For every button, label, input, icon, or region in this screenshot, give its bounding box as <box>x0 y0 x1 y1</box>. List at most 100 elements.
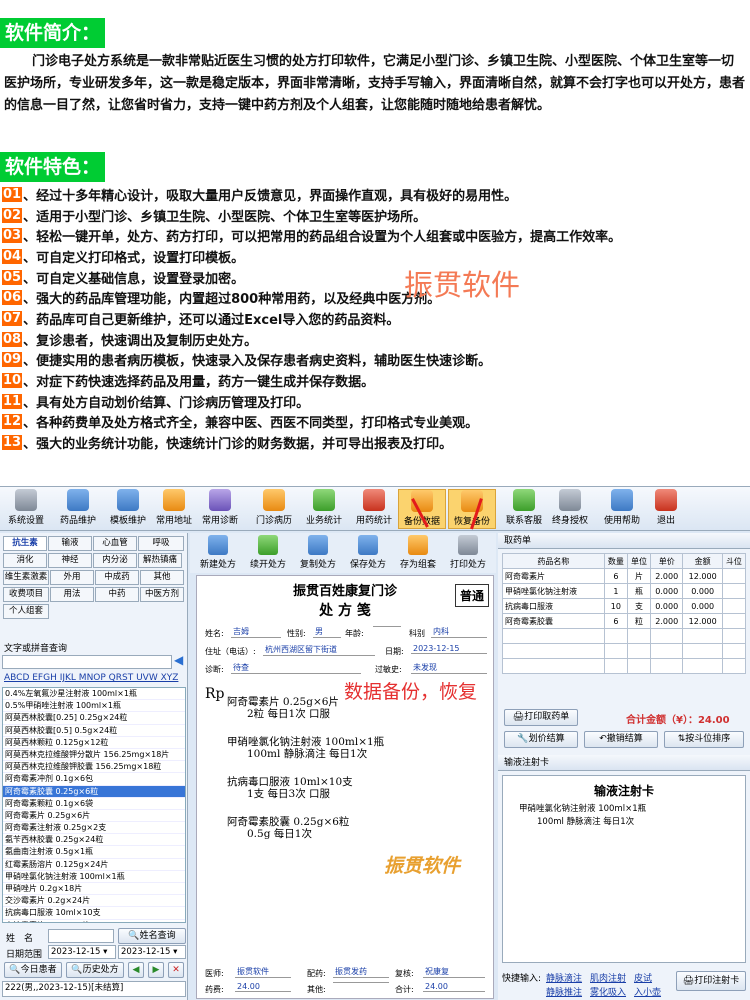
quick-input-link[interactable]: 入小壶 <box>634 985 661 998</box>
patient-dept[interactable]: 内科 <box>431 626 487 638</box>
drug-list-item[interactable]: 氨曲南注射液 0.5g×1瓶 <box>3 846 185 859</box>
rx-date[interactable]: 2023-12-15 <box>411 644 487 654</box>
category-tab[interactable]: 中药 <box>95 587 139 602</box>
drug-list-item[interactable]: 阿莫西林克拉维酸钾胶囊 156.25mg×18粒 <box>3 761 185 774</box>
toolbar-address-button[interactable]: 常用地址 <box>150 489 198 529</box>
allergy-history[interactable]: 未发现 <box>411 662 487 674</box>
toolbar-business-stats-button[interactable]: 业务统计 <box>300 489 348 529</box>
category-tab[interactable]: 中医方剂 <box>140 587 184 602</box>
drug-fee[interactable]: 24.00 <box>235 982 291 992</box>
drug-list-item[interactable]: 阿奇霉素胶囊 0.25g×6粒 <box>3 785 185 798</box>
drug-search-input[interactable] <box>2 655 172 669</box>
save-rx-button[interactable]: 保存处方 <box>344 533 392 573</box>
name-query-button[interactable]: 🔍姓名查询 <box>118 928 186 944</box>
checker[interactable]: 祝康复 <box>423 966 485 978</box>
next-icon[interactable]: ▶ <box>148 962 164 978</box>
rx-item-usage[interactable]: 2粒 每日1次 口服 <box>247 706 330 721</box>
continue-rx-button[interactable]: 续开处方 <box>244 533 292 573</box>
print-take-sheet-button[interactable]: 🖨打印取药单 <box>504 709 578 726</box>
quick-input-link[interactable]: 皮试 <box>634 971 652 984</box>
drug-list-item[interactable]: 红霉素肠溶片 0.125g×24片 <box>3 859 185 871</box>
rx-item-usage[interactable]: 100ml 静脉滴注 每日1次 <box>247 746 367 761</box>
quick-input-link[interactable]: 静脉推注 <box>546 985 582 998</box>
save-as-set-button[interactable]: 存为组套 <box>394 533 442 573</box>
drug-list[interactable]: 0.4%左氧氟沙星注射液 100ml×1瓶 0.5%甲硝唑注射液 100ml×1瓶… <box>2 687 186 923</box>
take-sheet-table[interactable]: 药品名称 数量 单位 单价 金额 斗位 阿奇霉素片 6 片 2.000 12.000 甲硝唑氯化钠注射… <box>502 553 747 674</box>
patient-name[interactable]: 吉姆 <box>231 626 281 638</box>
patient-name-input[interactable] <box>48 929 114 943</box>
alphabet-index[interactable]: ABCD EFGH IJKL MNOP QRST UVW XYZ <box>4 673 178 683</box>
diagnosis[interactable]: 待查 <box>231 662 361 674</box>
category-tab[interactable]: 输液 <box>48 536 92 551</box>
dispenser[interactable]: 振贯发药 <box>333 966 389 978</box>
drug-list-item[interactable]: 阿奇霉素注射液 0.25g×2支 <box>3 822 185 835</box>
patient-address[interactable]: 杭州西湖区留下街道 <box>263 644 375 656</box>
toolbar-template-button[interactable]: 模板维护 <box>104 489 152 529</box>
category-tab[interactable]: 收费项目 <box>3 587 49 602</box>
take-sheet-tab[interactable]: 取药单 <box>498 533 750 549</box>
date-to-input[interactable]: 2023-12-15 ▾ <box>118 945 186 959</box>
toolbar-license-button[interactable]: 终身授权 <box>546 489 594 529</box>
delete-icon[interactable]: ✕ <box>168 962 184 978</box>
drug-list-item[interactable]: 0.4%左氧氟沙星注射液 100ml×1瓶 <box>3 688 185 701</box>
drug-list-item[interactable]: 阿莫西林颗粒 0.125g×12粒 <box>3 737 185 749</box>
drug-list-item[interactable]: 克拉霉素片 0.25g×6片 <box>3 920 185 922</box>
print-rx-button[interactable]: 打印处方 <box>444 533 492 573</box>
sort-button[interactable]: ⇅按斗位排序 <box>664 731 744 748</box>
total-fee[interactable]: 24.00 <box>423 982 485 992</box>
drug-list-item[interactable]: 阿莫西林胶囊[0.25] 0.25g×24粒 <box>3 712 185 725</box>
doctor[interactable]: 振贯软件 <box>235 966 291 978</box>
category-tab[interactable]: 中成药 <box>95 570 139 585</box>
infusion-tab[interactable]: 输液注射卡 <box>498 755 750 771</box>
toolbar-backup-button[interactable]: 备份数据 <box>398 489 446 529</box>
toolbar-diagnosis-button[interactable]: 常用诊断 <box>196 489 244 529</box>
table-row[interactable]: 甲硝唑氯化钠注射液 1 瓶 0.000 0.000 <box>502 583 747 599</box>
category-tab[interactable]: 抗生素 <box>3 536 47 551</box>
quick-input-link[interactable]: 肌肉注射 <box>590 971 626 984</box>
toolbar-medical-record-button[interactable]: 门诊病历 <box>250 489 298 529</box>
patient-gender[interactable]: 男 <box>313 626 341 638</box>
quick-input-link[interactable]: 雾化吸入 <box>590 985 626 998</box>
today-patients-button[interactable]: 🔍今日患者 <box>4 962 62 978</box>
rx-item-usage[interactable]: 0.5g 每日1次 <box>247 826 312 841</box>
table-row[interactable]: 阿奇霉素胶囊 6 粒 2.000 12.000 <box>502 613 747 629</box>
toolbar-drug-maintain-button[interactable]: 药品维护 <box>54 489 102 529</box>
rx-item-usage[interactable]: 1支 每日3次 口服 <box>247 786 330 801</box>
copy-rx-button[interactable]: 复制处方 <box>294 533 342 573</box>
patient-record[interactable]: 222(男,,2023-12-15)[未结算] <box>2 981 186 997</box>
drug-list-item[interactable]: 交沙霉素片 0.2g×24片 <box>3 895 185 908</box>
settle-button[interactable]: 🔧划价结算 <box>504 731 578 748</box>
history-rx-button[interactable]: 🔍历史处方 <box>66 962 124 978</box>
category-tab[interactable]: 消化 <box>3 553 47 568</box>
drug-list-item[interactable]: 阿莫西林胶囊[0.5] 0.5g×24粒 <box>3 725 185 737</box>
toolbar-help-button[interactable]: 使用帮助 <box>598 489 646 529</box>
quick-input-link[interactable]: 静脉滴注 <box>546 971 582 984</box>
arrow-left-icon[interactable]: ◀ <box>174 653 183 667</box>
category-tab[interactable]: 其他 <box>140 570 184 585</box>
toolbar-settings-button[interactable]: 系统设置 <box>2 489 50 529</box>
drug-list-item[interactable]: 阿奇霉素片 0.25g×6片 <box>3 810 185 823</box>
new-rx-button[interactable]: 新建处方 <box>194 533 242 573</box>
table-row[interactable]: 阿奇霉素片 6 片 2.000 12.000 <box>502 568 747 584</box>
category-tab[interactable]: 个人组套 <box>3 604 49 619</box>
toolbar-exit-button[interactable]: 退出 <box>648 489 684 529</box>
category-tab[interactable]: 维生素激素 <box>3 570 49 585</box>
date-from-input[interactable]: 2023-12-15 ▾ <box>48 945 116 959</box>
prev-icon[interactable]: ◀ <box>128 962 144 978</box>
drug-list-item[interactable]: 甲硝唑氯化钠注射液 100ml×1瓶 <box>3 871 185 883</box>
category-tab[interactable]: 呼吸 <box>138 536 184 551</box>
drug-list-item[interactable]: 氨苄西林胶囊 0.25g×24粒 <box>3 834 185 847</box>
print-infusion-button[interactable]: 🖨打印注射卡 <box>676 971 746 991</box>
cancel-settle-button[interactable]: ↶撤销结算 <box>584 731 658 748</box>
drug-list-item[interactable]: 阿莫西林克拉维酸钾分散片 156.25mg×18片 <box>3 749 185 762</box>
table-row[interactable]: 抗病毒口服液 10 支 0.000 0.000 <box>502 598 747 614</box>
drug-list-item[interactable]: 阿奇霉素颗粒 0.1g×6袋 <box>3 798 185 810</box>
category-tab[interactable]: 用法 <box>50 587 94 602</box>
other-fee[interactable] <box>333 982 389 983</box>
drug-list-item[interactable]: 甲硝唑片 0.2g×18片 <box>3 883 185 896</box>
drug-list-item[interactable]: 0.5%甲硝唑注射液 100ml×1瓶 <box>3 700 185 713</box>
toolbar-medication-stats-button[interactable]: 用药统计 <box>350 489 398 529</box>
category-tab[interactable]: 神经 <box>48 553 92 568</box>
category-tab[interactable]: 内分泌 <box>93 553 137 568</box>
patient-age[interactable] <box>373 626 401 627</box>
